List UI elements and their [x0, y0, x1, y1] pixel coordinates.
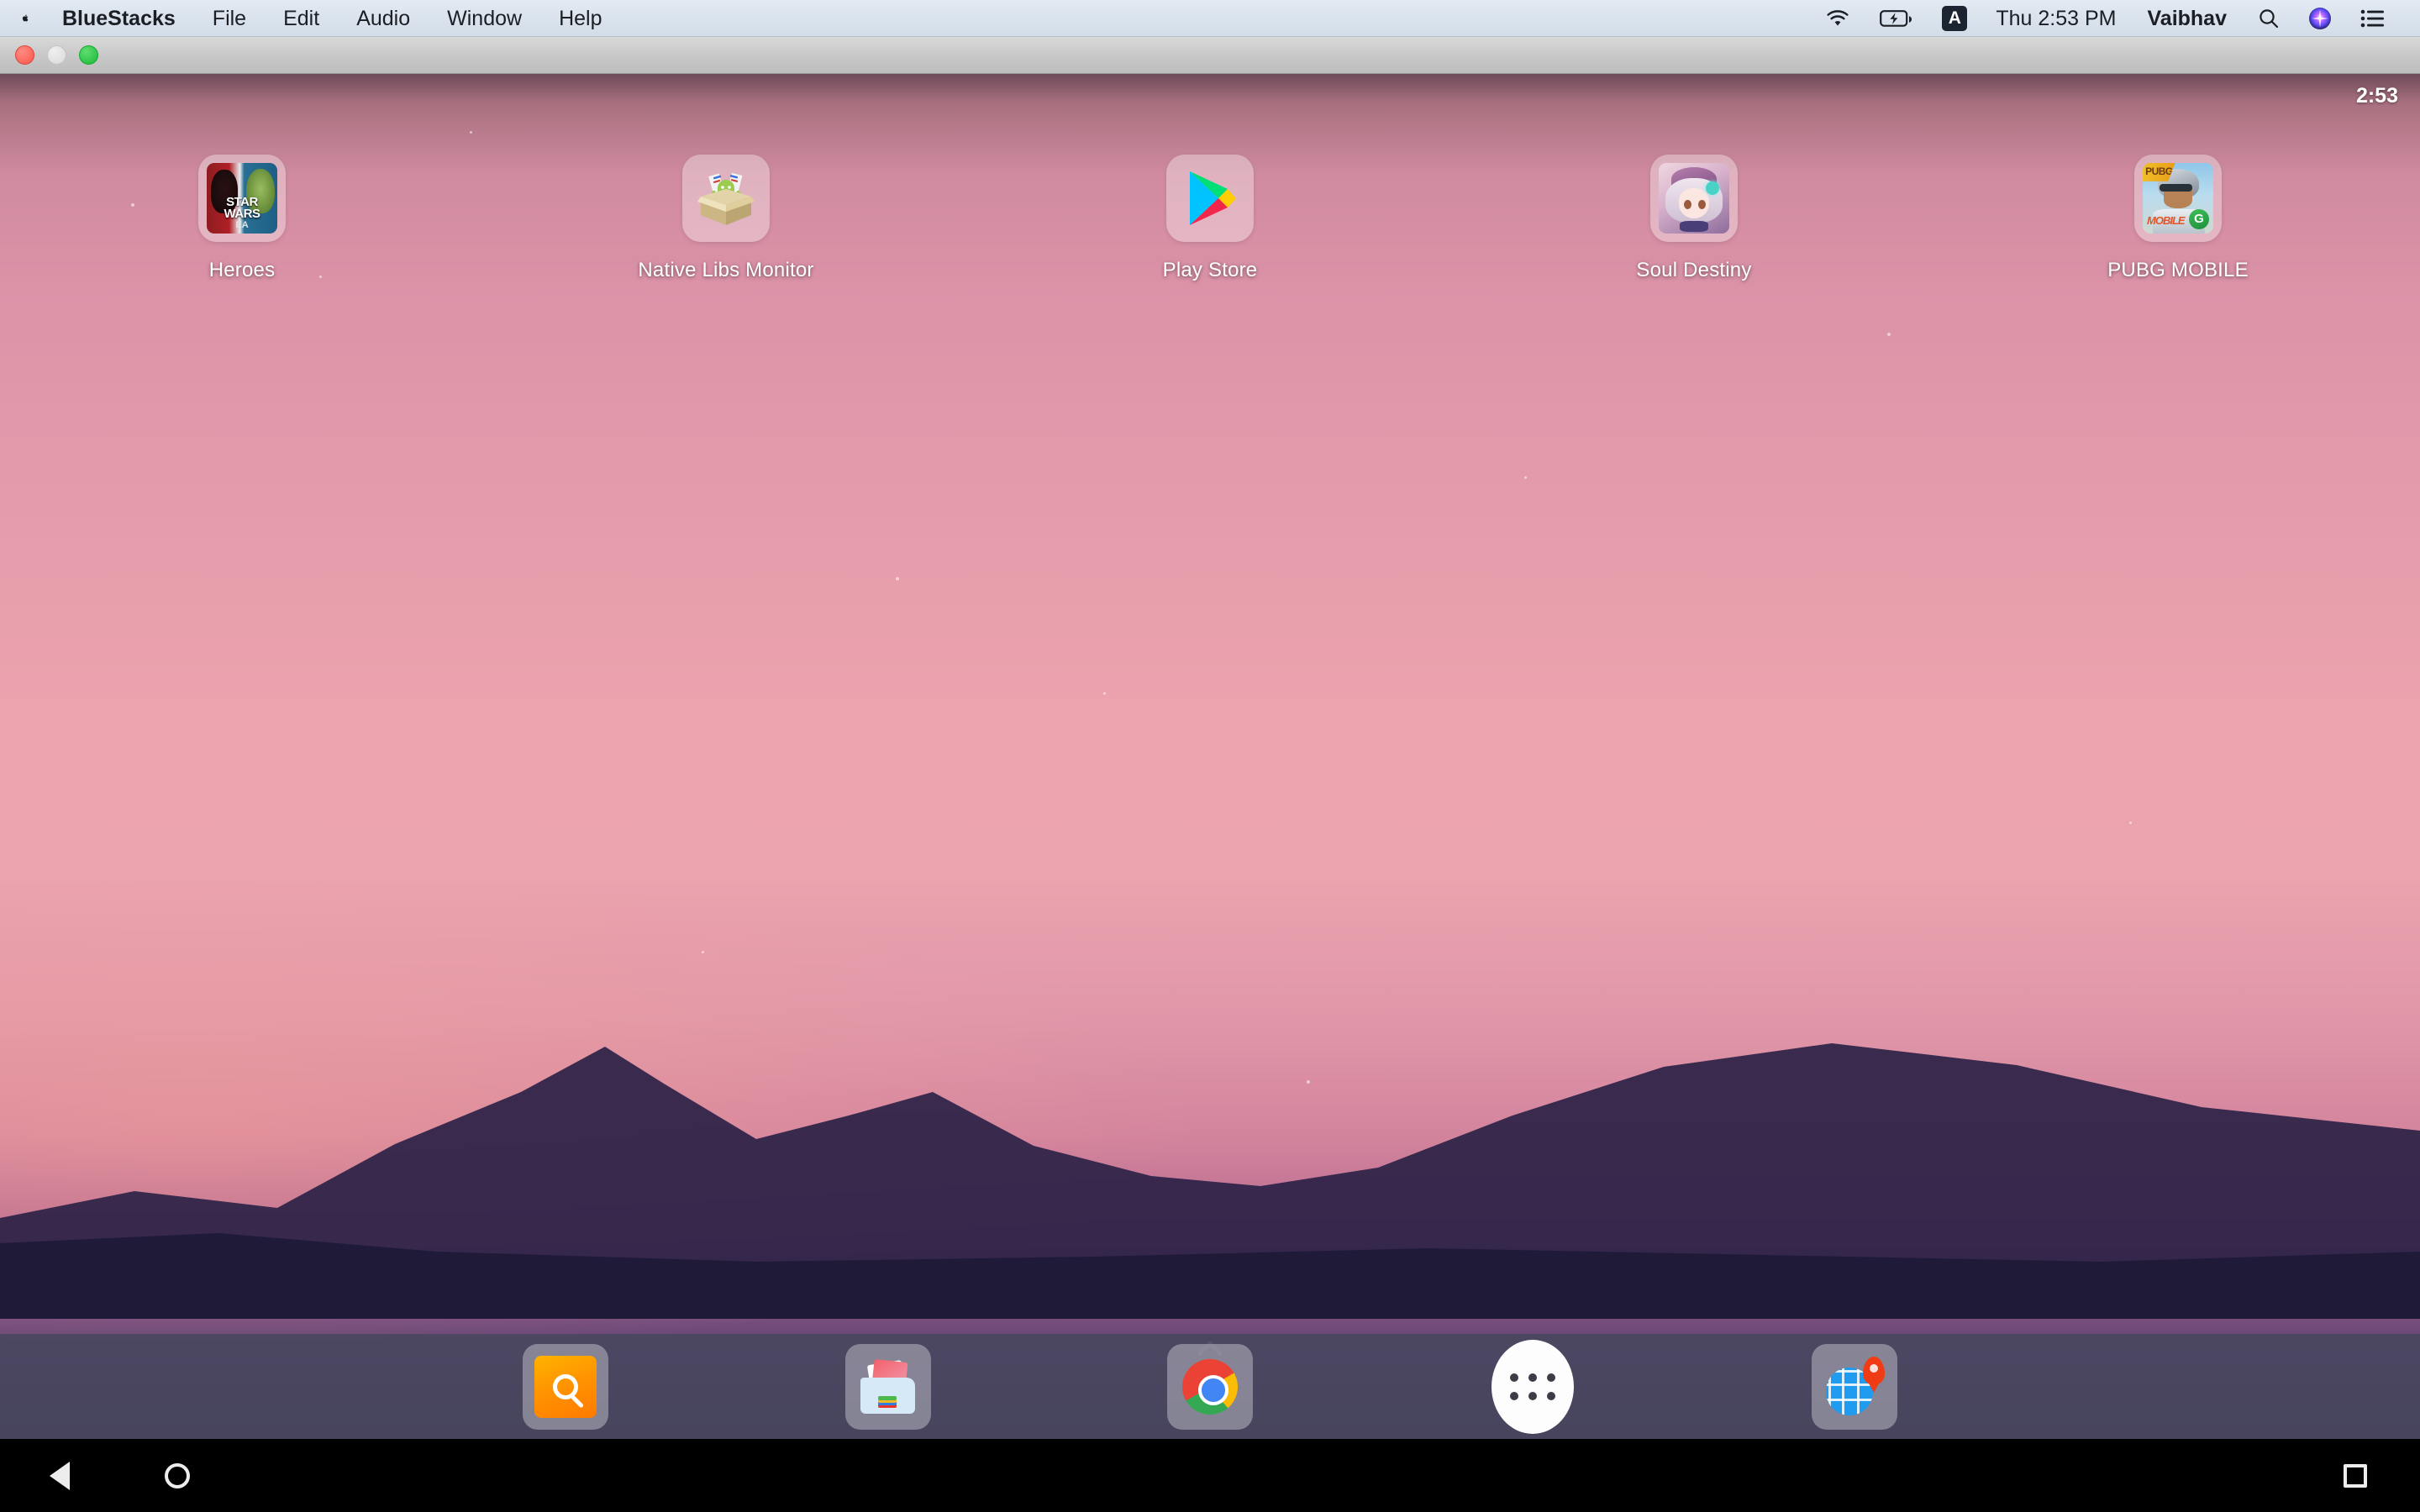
character-gem	[1706, 181, 1720, 195]
menu-bar-username[interactable]: Vaibhav	[2131, 0, 2244, 37]
nav-recents-button[interactable]	[2333, 1453, 2378, 1499]
app-icon-pubg-mobile[interactable]: PUBG MOBILE G PUBG MOBILE	[1936, 155, 2420, 282]
icon-plate: STAR WARS EA	[198, 155, 286, 242]
recents-square-icon	[2344, 1463, 2367, 1488]
home-screen-app-grid: STAR WARS EA Heroes Native Libs Monitor …	[0, 155, 2420, 282]
app-icon-play-store[interactable]: Play Store	[968, 155, 1452, 282]
menu-item-help[interactable]: Help	[540, 0, 620, 37]
dock-item-browser[interactable]	[1810, 1342, 1899, 1431]
app-icon-soul-destiny[interactable]: Soul Destiny	[1452, 155, 1936, 282]
close-button[interactable]	[15, 45, 34, 65]
dock-plate	[1167, 1343, 1253, 1430]
map-pin-glyph	[1862, 1356, 1885, 1393]
window-title-bar	[0, 37, 2420, 74]
mountain-silhouette	[0, 1043, 2420, 1319]
chrome-icon	[1179, 1356, 1241, 1418]
dots-glyph	[1509, 1373, 1555, 1400]
icon-plate	[1650, 155, 1738, 242]
window-controls	[0, 45, 98, 65]
bluestacks-logo	[877, 1394, 897, 1408]
android-status-clock: 2:53	[2355, 83, 2398, 108]
home-circle-icon	[165, 1462, 190, 1488]
menu-item-audio[interactable]: Audio	[338, 0, 429, 37]
app-label: Soul Destiny	[1636, 259, 1752, 281]
helmet-visor	[2160, 184, 2192, 192]
dock-item-search[interactable]	[521, 1342, 610, 1431]
character-bow	[1680, 220, 1708, 233]
dock-plate	[844, 1343, 931, 1430]
character-eye	[1684, 199, 1692, 209]
spotlight-search-icon[interactable]	[2244, 8, 2294, 29]
gallery-folder-icon	[857, 1356, 919, 1418]
dock-row	[521, 1339, 1899, 1434]
apple-logo-icon[interactable]	[18, 4, 44, 33]
macos-menu-bar: BlueStacks File Edit Audio Window Help A…	[0, 0, 2420, 37]
dock-item-media-manager[interactable]	[844, 1342, 933, 1431]
star-speck	[895, 577, 899, 581]
dock-plate	[1812, 1343, 1897, 1430]
app-label: Play Store	[1162, 259, 1258, 281]
battery-charging-icon[interactable]	[1865, 9, 1928, 28]
soul-destiny-icon	[1659, 163, 1729, 234]
wifi-icon[interactable]	[1810, 8, 1865, 29]
soldier-face	[2164, 189, 2192, 208]
character-eye	[1698, 199, 1707, 209]
minimize-button[interactable]	[47, 45, 66, 65]
app-icon-heroes[interactable]: STAR WARS EA Heroes	[0, 155, 484, 282]
android-status-bar: 2:53	[0, 74, 2420, 118]
ea-publisher-mark: EA	[235, 219, 249, 230]
search-icon	[534, 1355, 597, 1418]
zoom-button[interactable]	[79, 45, 98, 65]
back-triangle-icon	[50, 1461, 70, 1490]
star-wars-wordmark: STAR WARS	[224, 195, 261, 222]
google-play-store-icon	[1175, 163, 1245, 234]
nav-home-button[interactable]	[155, 1453, 200, 1499]
nav-back-button[interactable]	[37, 1453, 82, 1499]
dock-plate	[523, 1343, 608, 1430]
globe-location-icon	[1823, 1356, 1886, 1418]
app-label: Heroes	[208, 259, 276, 281]
magnifier-glyph	[553, 1373, 578, 1399]
app-label: PUBG MOBILE	[2107, 259, 2249, 281]
input-source-label: A	[1942, 5, 1968, 31]
icon-plate: PUBG MOBILE G	[2134, 155, 2222, 242]
menu-bar-left: BlueStacks File Edit Audio Window Help	[0, 0, 620, 37]
pubg-flag-text: PUBG	[2145, 165, 2173, 177]
menu-app-name[interactable]: BlueStacks	[44, 0, 194, 37]
icon-plate	[1166, 155, 1254, 242]
android-viewport: 2:53 STAR WARS EA Heroes Native Libs Mon…	[0, 74, 2420, 1512]
siri-icon[interactable]	[2294, 7, 2346, 30]
app-label: Native Libs Monitor	[638, 259, 814, 281]
menu-bar-status-area: A Thu 2:53 PM Vaibhav	[1810, 0, 2420, 37]
icon-plate	[682, 155, 770, 242]
screen: BlueStacks File Edit Audio Window Help A…	[0, 0, 2420, 1512]
app-icon-native-libs-monitor[interactable]: Native Libs Monitor	[484, 155, 968, 282]
chrome-ring-glyph	[1182, 1358, 1238, 1415]
dock-item-all-apps[interactable]	[1488, 1339, 1577, 1434]
menu-bar-clock[interactable]: Thu 2:53 PM	[1981, 0, 2130, 37]
menu-item-file[interactable]: File	[194, 0, 265, 37]
input-source-indicator[interactable]: A	[1928, 5, 1981, 31]
menu-item-edit[interactable]: Edit	[265, 0, 338, 37]
star-wars-heroes-icon: STAR WARS EA	[207, 163, 277, 234]
menu-item-window[interactable]: Window	[429, 0, 540, 37]
android-dock	[0, 1334, 2420, 1439]
app-drawer-icon[interactable]	[1491, 1339, 1574, 1434]
pubg-wordmark: MOBILE	[2147, 213, 2186, 227]
notification-center-icon[interactable]	[2346, 9, 2400, 28]
android-navigation-bar	[0, 1439, 2420, 1512]
pubg-mobile-icon: PUBG MOBILE G	[2143, 163, 2213, 234]
native-libs-monitor-icon	[691, 163, 761, 234]
dock-item-chrome[interactable]	[1165, 1342, 1255, 1431]
tencent-g-mark: G	[2188, 208, 2209, 229]
